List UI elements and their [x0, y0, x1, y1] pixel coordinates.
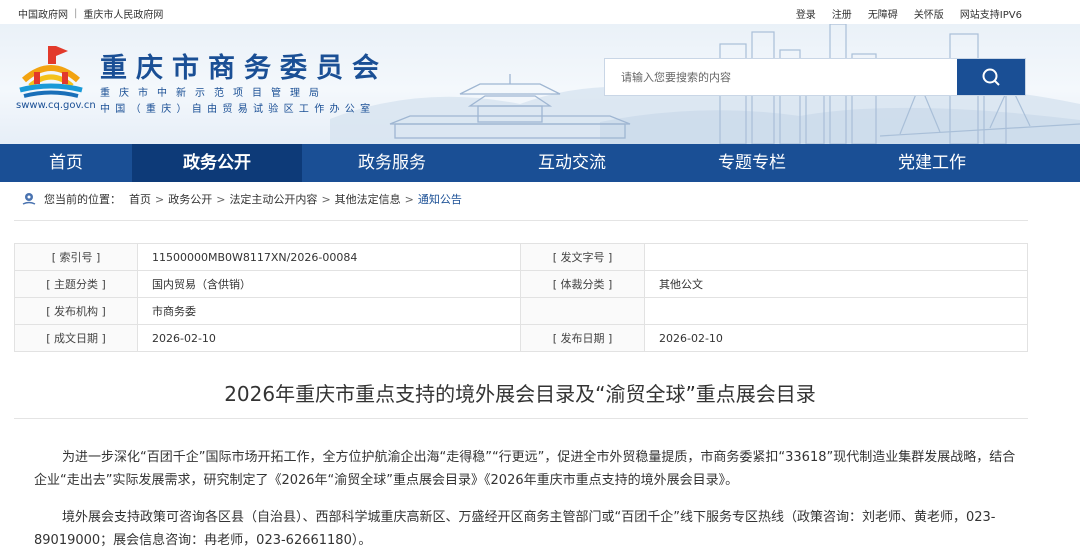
- location-pin-icon: [22, 193, 36, 205]
- divider: [14, 418, 1028, 419]
- divider: [14, 220, 1028, 221]
- nav-party-building[interactable]: 党建工作: [842, 144, 1022, 182]
- header-banner: swww.cq.gov.cn 重庆市商务委员会 重庆市中新示范项目管理局 中国（…: [0, 24, 1080, 144]
- table-row: [ 发布机构 ] 市商务委: [14, 297, 1028, 325]
- nav-government-affairs[interactable]: 政务公开: [132, 144, 302, 182]
- publisher-value: 市商务委: [137, 297, 521, 325]
- site-title: 重庆市商务委员会: [100, 53, 388, 84]
- publish-date-label: [ 发布日期 ]: [520, 324, 645, 352]
- nav-services[interactable]: 政务服务: [302, 144, 482, 182]
- link-gov-cn[interactable]: 中国政府网: [18, 6, 68, 21]
- article-paragraph-1: 为进一步深化“百团千企”国际市场开拓工作，全方位护航渝企出海“走得稳”“行更远”…: [34, 450, 1016, 488]
- site-url: swww.cq.gov.cn: [16, 100, 96, 111]
- top-links-right: 登录 注册 无障碍 关怀版 网站支持IPV6: [796, 6, 1022, 21]
- breadcrumb-other-info[interactable]: 其他法定信息: [335, 191, 401, 207]
- chevron-right-icon: >: [404, 192, 414, 206]
- article-paragraph-2: 境外展会支持政策可咨询各区县（自治县）、西部科学城重庆高新区、万盛经开区商务主管…: [34, 510, 996, 548]
- genre-label: [ 体裁分类 ]: [520, 270, 645, 298]
- breadcrumb-statutory[interactable]: 法定主动公开内容: [229, 191, 317, 207]
- breadcrumb: 您当前的位置： 首页 > 政务公开 > 法定主动公开内容 > 其他法定信息 > …: [22, 191, 462, 207]
- index-no-label: [ 索引号 ]: [14, 243, 138, 271]
- table-row: [ 主题分类 ] 国内贸易（含供销） [ 体裁分类 ] 其他公文: [14, 270, 1028, 298]
- search-icon: [982, 68, 1000, 86]
- search-input[interactable]: [605, 59, 957, 95]
- doc-number-label: [ 发文字号 ]: [520, 243, 645, 271]
- nav-interaction[interactable]: 互动交流: [482, 144, 662, 182]
- index-no-value: 11500000MB0W8117XN/2026-00084: [137, 243, 521, 271]
- genre-value: 其他公文: [644, 270, 1028, 298]
- publisher-label: [ 发布机构 ]: [14, 297, 138, 325]
- topic-label: [ 主题分类 ]: [14, 270, 138, 298]
- breadcrumb-label: 您当前的位置：: [44, 193, 121, 206]
- empty-value: [644, 297, 1028, 325]
- accessibility-link[interactable]: 无障碍: [868, 6, 898, 21]
- nav-home[interactable]: 首页: [0, 144, 132, 182]
- search-button[interactable]: [957, 59, 1025, 95]
- main-nav: 首页 政务公开 政务服务 互动交流 专题专栏 党建工作: [0, 144, 1080, 182]
- site-subtitle-1: 重庆市中新示范项目管理局: [100, 88, 328, 99]
- table-row: [ 成文日期 ] 2026-02-10 [ 发布日期 ] 2026-02-10: [14, 324, 1028, 352]
- breadcrumb-notice[interactable]: 通知公告: [418, 191, 462, 207]
- document-info-table: [ 索引号 ] 11500000MB0W8117XN/2026-00084 [ …: [14, 243, 1028, 352]
- chevron-right-icon: >: [155, 192, 165, 206]
- table-row: [ 索引号 ] 11500000MB0W8117XN/2026-00084 [ …: [14, 243, 1028, 271]
- written-date-value: 2026-02-10: [137, 324, 521, 352]
- publish-date-value: 2026-02-10: [644, 324, 1028, 352]
- search-box: [604, 58, 1026, 96]
- breadcrumb-home[interactable]: 首页: [129, 191, 151, 207]
- empty-label: [520, 297, 645, 325]
- chevron-right-icon: >: [321, 192, 331, 206]
- register-link[interactable]: 注册: [832, 6, 852, 21]
- link-cq-gov[interactable]: 重庆市人民政府网: [83, 6, 163, 21]
- top-utility-bar: 中国政府网 | 重庆市人民政府网 登录 注册 无障碍 关怀版 网站支持IPV6: [0, 0, 1080, 24]
- top-links-left: 中国政府网 | 重庆市人民政府网: [18, 6, 163, 21]
- breadcrumb-gov-affairs[interactable]: 政务公开: [168, 191, 212, 207]
- divider: |: [74, 8, 78, 19]
- emblem-logo[interactable]: [14, 42, 88, 98]
- written-date-label: [ 成文日期 ]: [14, 324, 138, 352]
- article-title: 2026年重庆市重点支持的境外展会目录及“渝贸全球”重点展会目录: [224, 382, 816, 406]
- login-link[interactable]: 登录: [796, 6, 816, 21]
- chevron-right-icon: >: [216, 192, 226, 206]
- ipv6-link[interactable]: 网站支持IPV6: [960, 6, 1022, 21]
- topic-value: 国内贸易（含供销）: [137, 270, 521, 298]
- doc-number-value: [644, 243, 1028, 271]
- nav-topics[interactable]: 专题专栏: [662, 144, 842, 182]
- site-subtitle-2: 中国（重庆）自由贸易试验区工作办公室: [100, 104, 376, 115]
- elderly-mode-link[interactable]: 关怀版: [914, 6, 944, 21]
